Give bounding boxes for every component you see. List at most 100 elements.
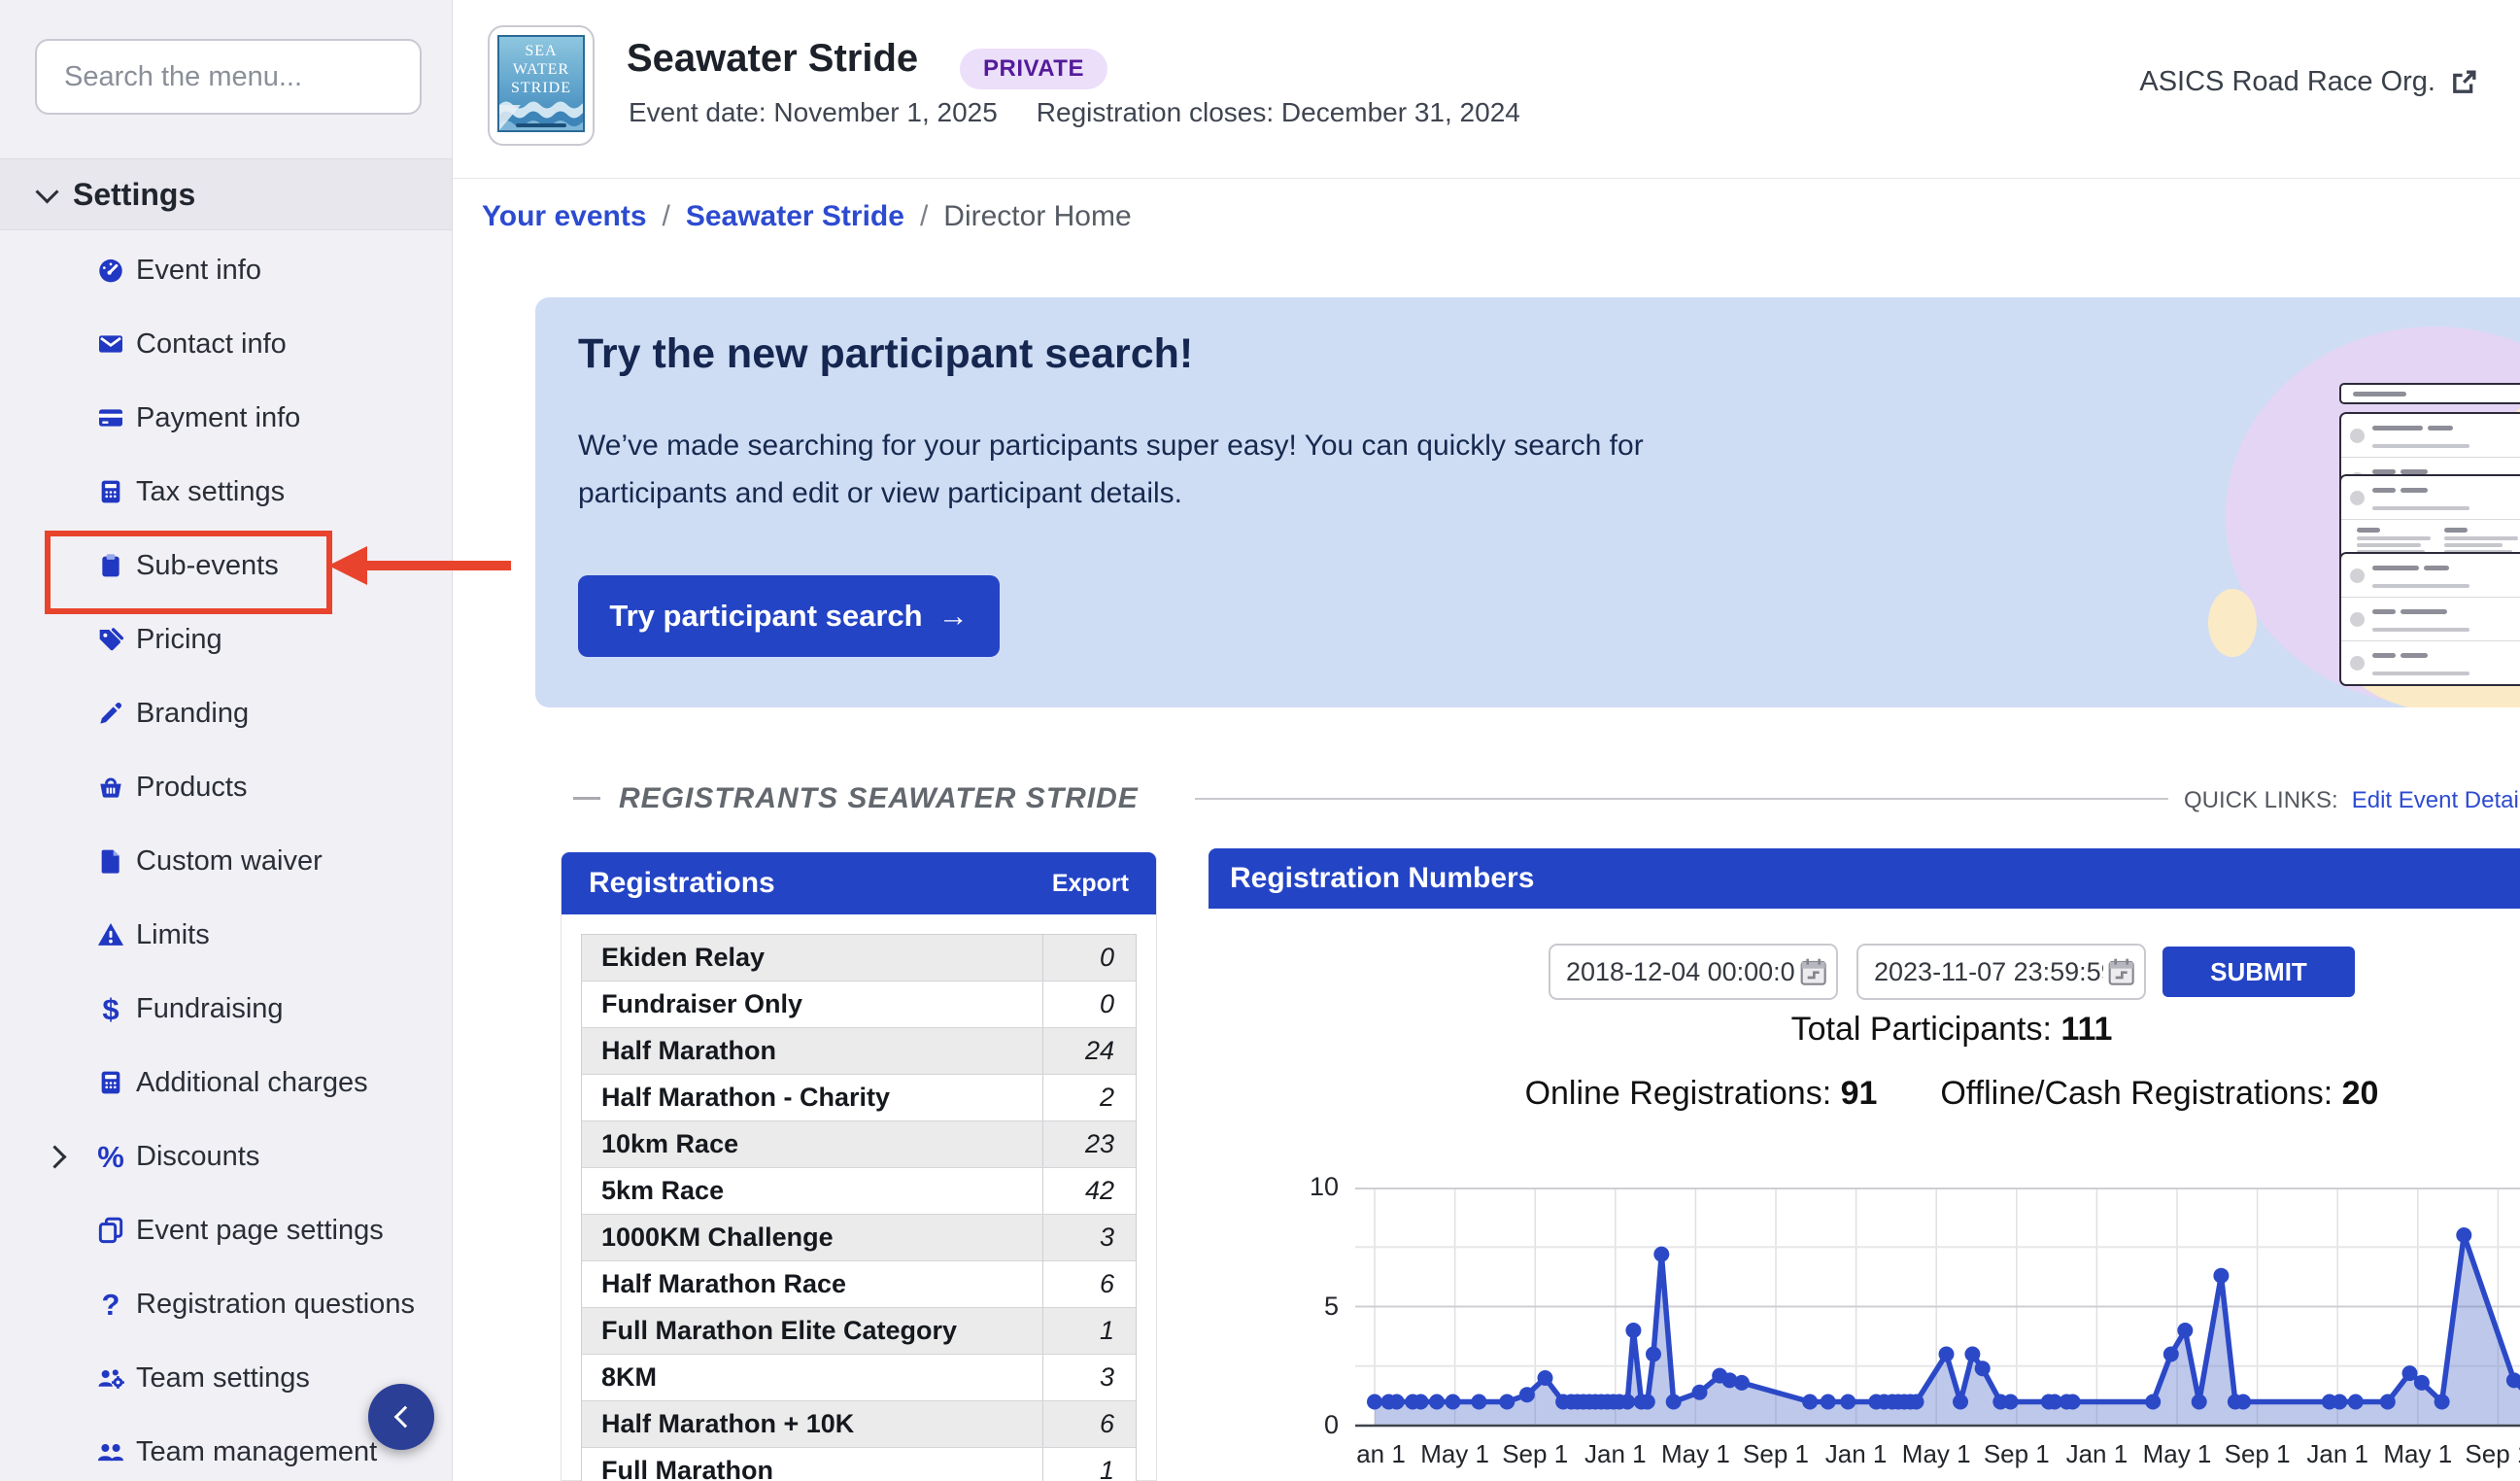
try-participant-search-button[interactable]: Try participant search →: [578, 575, 1000, 657]
banner-body: We’ve made searching for your participan…: [578, 430, 1644, 509]
sidebar-item-payment-info[interactable]: Payment info: [0, 381, 452, 455]
credit-card-icon: [99, 409, 122, 427]
sidebar-item-event-page-settings[interactable]: Event page settings: [0, 1193, 452, 1267]
warning-icon: [97, 923, 124, 946]
sub-event-count: 0: [1042, 982, 1136, 1027]
registration-numbers-title: Registration Numbers: [1230, 862, 1535, 894]
org-name: ASICS Road Race Org.: [2139, 66, 2435, 97]
arrow-right-icon: →: [937, 599, 969, 633]
settings-menu: Event info Contact info Payment info Tax se…: [0, 233, 452, 1481]
date-from-field[interactable]: [1549, 944, 1838, 1000]
sub-event-name: Full Marathon Elite Category: [601, 1316, 958, 1345]
sidebar-item-event-info[interactable]: Event info: [0, 233, 452, 307]
illustration-list-card: [2339, 552, 2520, 686]
question-icon: ?: [101, 1287, 120, 1322]
sidebar-item-label: Branding: [136, 697, 250, 729]
submit-button[interactable]: SUBMIT: [2162, 947, 2355, 997]
pages-icon: [98, 1217, 123, 1244]
sub-event-name: Full Marathon: [601, 1456, 773, 1481]
search-input[interactable]: [62, 59, 432, 94]
header-divider: [453, 178, 2520, 179]
sidebar-item-contact-info[interactable]: Contact info: [0, 307, 452, 381]
basket-icon: [100, 777, 121, 798]
logo-caption: [516, 123, 566, 127]
sidebar-item-discounts[interactable]: % Discounts: [0, 1119, 452, 1193]
sidebar-item-fundraising[interactable]: $ Fundraising: [0, 972, 452, 1046]
table-row: 1000KM Challenge 3: [582, 1215, 1136, 1261]
percent-icon: %: [97, 1139, 124, 1174]
sidebar-item-label: Event page settings: [136, 1214, 384, 1246]
sub-event-name: Ekiden Relay: [601, 943, 766, 972]
sidebar-collapse-button[interactable]: [368, 1384, 434, 1450]
x-axis-tick-label: Sep 1: [2465, 1439, 2520, 1468]
sub-event-name: 8KM: [601, 1362, 658, 1392]
sub-event-count: 6: [1042, 1401, 1136, 1447]
sidebar-item-additional-charges[interactable]: Additional charges: [0, 1046, 452, 1119]
pen-icon: [100, 702, 122, 724]
private-badge: PRIVATE: [960, 49, 1107, 89]
sidebar-item-label: Registration questions: [136, 1288, 415, 1320]
dollar-icon: $: [102, 991, 119, 1026]
registrations-table: Ekiden Relay 0 Fundraiser Only 0 Half Mara…: [581, 934, 1137, 1481]
y-axis-tick-10: 10: [1309, 1172, 1339, 1201]
date-from-input[interactable]: [1564, 955, 1797, 988]
tags-icon: [99, 628, 124, 651]
event-logo: SEA WATER STRIDE: [488, 25, 595, 146]
breadcrumb-item[interactable]: Your events: [482, 200, 647, 233]
sidebar-item-registration-questions[interactable]: ? Registration questions: [0, 1267, 452, 1341]
team-gear-icon: [98, 1369, 124, 1389]
sidebar-item-label: Contact info: [136, 327, 287, 360]
sidebar-item-custom-waiver[interactable]: Custom waiver: [0, 824, 452, 898]
registrations-line-chart: [1355, 1188, 2520, 1428]
breadcrumb-item: Director Home: [943, 200, 1132, 232]
date-to-input[interactable]: [1872, 955, 2105, 988]
edit-event-details-link[interactable]: Edit Event Details: [2352, 787, 2520, 814]
sub-event-name: 1000KM Challenge: [601, 1223, 834, 1252]
calendar-icon[interactable]: [1797, 955, 1828, 988]
total-participants: Total Participants: 111: [1383, 1011, 2520, 1049]
sidebar-item-tax-settings[interactable]: Tax settings: [0, 455, 452, 529]
settings-section-header[interactable]: Settings: [0, 158, 452, 230]
chevron-down-icon: [35, 179, 59, 204]
annotation-arrow: [328, 546, 511, 585]
file-icon: [101, 849, 119, 874]
sub-event-count: 24: [1042, 1028, 1136, 1074]
export-button[interactable]: Export: [1052, 870, 1129, 898]
table-row: Full Marathon Elite Category 1: [582, 1308, 1136, 1355]
external-link-icon: [2453, 70, 2476, 93]
sub-event-name: Fundraiser Only: [601, 989, 803, 1018]
sidebar-item-label: Limits: [136, 918, 210, 950]
y-axis-tick-5: 5: [1323, 1292, 1339, 1321]
table-row: Half Marathon 24: [582, 1028, 1136, 1075]
sub-event-name: Half Marathon - Charity: [601, 1083, 891, 1112]
breadcrumb-item[interactable]: Seawater Stride: [686, 200, 904, 233]
calendar-icon[interactable]: [2105, 955, 2136, 988]
registrations-title: Registrations: [589, 867, 775, 899]
breadcrumb-separator: /: [919, 200, 929, 232]
quick-links: QUICK LINKS: Edit Event Details | Copy: [2184, 787, 2520, 814]
registrants-section-title: REGISTRANTS SEAWATER STRIDE: [619, 782, 1139, 814]
registrations-card: Registrations Export Ekiden Relay 0 Fundr…: [561, 852, 1157, 1481]
menu-search-box[interactable]: [35, 39, 432, 115]
sidebar-item-limits[interactable]: Limits: [0, 898, 452, 972]
sub-event-count: 23: [1042, 1121, 1136, 1167]
sub-event-name: 5km Race: [601, 1176, 725, 1205]
date-to-field[interactable]: [1856, 944, 2146, 1000]
offline-registrations-value: 20: [2341, 1075, 2379, 1112]
registration-closes-label: Registration closes: December 31, 2024: [1036, 97, 1520, 127]
sub-event-count: 1: [1042, 1448, 1136, 1481]
org-link[interactable]: ASICS Road Race Org.: [2139, 66, 2479, 98]
sub-event-name: Half Marathon Race: [601, 1269, 847, 1298]
sidebar-item-products[interactable]: Products: [0, 750, 452, 824]
sidebar-item-label: Custom waiver: [136, 844, 323, 877]
sidebar-item-label: Team settings: [136, 1361, 310, 1394]
total-participants-value: 111: [2060, 1011, 2113, 1048]
offline-registrations-label: Offline/Cash Registrations:: [1940, 1075, 2333, 1112]
event-meta: Event date: November 1, 2025 Registratio…: [629, 97, 1520, 128]
sub-event-count: 3: [1042, 1215, 1136, 1260]
illustration-search-card: [2339, 383, 2520, 404]
chevron-left-icon: [393, 1405, 417, 1429]
quick-links-label: QUICK LINKS:: [2184, 787, 2338, 813]
sidebar-item-label: Tax settings: [136, 475, 286, 507]
sidebar-item-branding[interactable]: Branding: [0, 676, 452, 750]
